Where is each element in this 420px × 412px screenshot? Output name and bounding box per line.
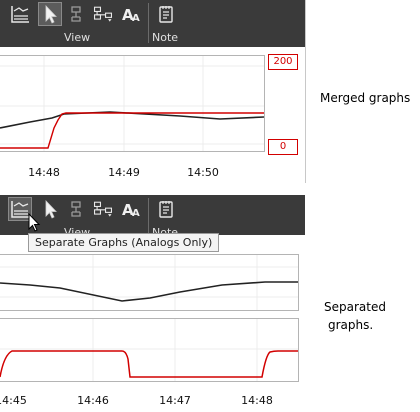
analog-trace [0,281,298,302]
y-axis-min-label: 0 [268,139,298,155]
analog-trace [0,111,265,129]
note-group-label: Note [152,31,179,44]
x-tick-label: 14:48 [241,394,273,407]
network-icon[interactable] [92,3,118,25]
toolbar-divider [148,3,149,43]
toolbar: AA View Note [0,195,305,239]
tooltip: Separate Graphs (Analogs Only) [28,233,220,252]
font-size-icon[interactable]: AA [120,198,142,220]
x-tick-label: 14:45 [0,394,27,407]
separated-graphs-panel: AA View Note 14:45 14:46 14:47 14:48 [0,195,305,412]
toolbar-divider [148,198,149,238]
link-icon[interactable] [66,3,88,25]
pointer-icon[interactable] [39,198,61,220]
x-tick-label: 14:50 [187,166,219,179]
mouse-cursor-icon [28,213,41,232]
x-tick-label: 14:48 [28,166,60,179]
pointer-icon[interactable] [38,2,62,26]
digital-plot-svg [0,319,298,381]
merged-plot-svg [0,56,265,151]
svg-text:A: A [132,208,140,219]
x-tick-label: 14:49 [108,166,140,179]
toolbar: AA View Note [0,0,305,47]
separated-caption-line2: graphs. [328,318,374,332]
analog-plot-area [0,254,299,311]
x-tick-label: 14:46 [77,394,109,407]
merged-caption: Merged graphs [320,91,411,105]
merged-graphs-panel: AA View Note 200 0 14:48 14:49 14:50 [0,0,306,183]
view-group-label: View [64,31,91,44]
note-icon[interactable] [155,198,177,220]
digital-trace [0,350,298,378]
digital-plot-area [0,318,299,382]
merged-plot-area [0,55,265,152]
x-tick-label: 14:47 [159,394,191,407]
analog-plot-svg [0,255,298,310]
svg-text:A: A [132,13,140,24]
graph-toggle-icon[interactable] [9,3,31,25]
network-icon[interactable] [92,198,118,220]
y-axis-max-label: 200 [268,54,298,70]
note-icon[interactable] [155,3,177,25]
font-size-icon[interactable]: AA [120,3,142,25]
link-icon[interactable] [66,198,88,220]
separated-caption-line1: Separated [324,300,386,314]
